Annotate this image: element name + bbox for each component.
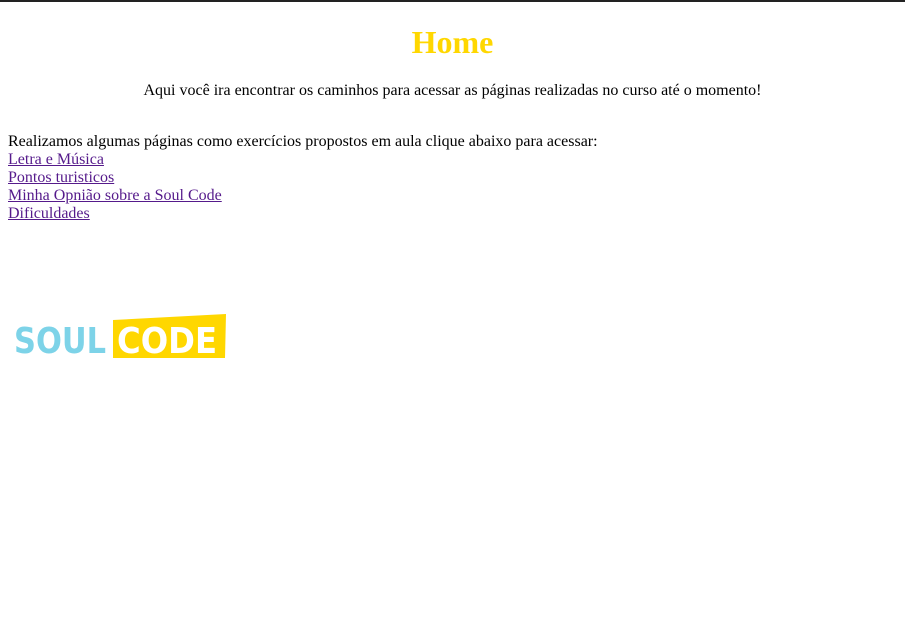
main-content: Realizamos algumas páginas como exercíci…	[8, 133, 888, 223]
soul-code-logo: SOUL CODE	[12, 314, 226, 362]
intro-text: Realizamos algumas páginas como exercíci…	[8, 133, 598, 150]
link-dificuldades[interactable]: Dificuldades	[8, 205, 90, 223]
link-pontos-turisticos[interactable]: Pontos turisticos	[8, 169, 114, 187]
logo-soul-text: SOUL	[14, 321, 106, 358]
top-border	[0, 0, 905, 2]
logo-code-text: CODE	[117, 321, 217, 358]
page-title: Home	[411, 24, 494, 60]
page-subtitle: Aqui você ira encontrar os caminhos para…	[143, 82, 762, 99]
link-letra-e-musica[interactable]: Letra e Música	[8, 151, 104, 169]
link-opiniao-soul-code[interactable]: Minha Opnião sobre a Soul Code	[8, 187, 222, 205]
